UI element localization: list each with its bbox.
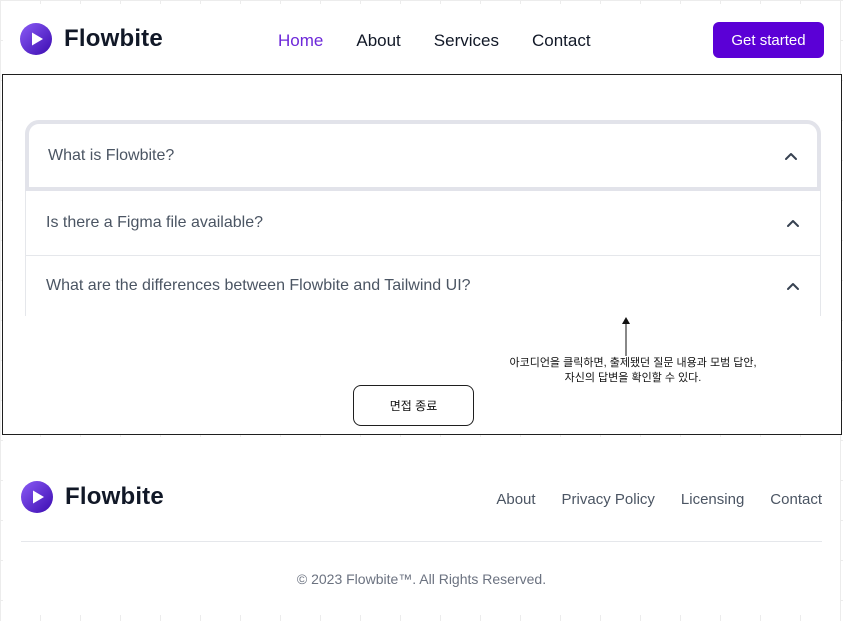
nav-links: Home About Services Contact	[278, 31, 624, 51]
footer-link-contact[interactable]: Contact	[770, 491, 822, 508]
annotation-line-2: 자신의 답변을 확인할 수 있다.	[564, 372, 702, 384]
accordion-item-flowbite[interactable]: What is Flowbite?	[25, 120, 821, 191]
footer-brand-name: Flowbite	[65, 483, 164, 510]
interview-result-frame: What is Flowbite? Is there a Figma file …	[2, 74, 842, 435]
accordion-question: What are the differences between Flowbit…	[46, 277, 471, 294]
chevron-up-icon	[787, 283, 799, 290]
play-icon	[21, 481, 53, 513]
accordion-question: Is there a Figma file available?	[46, 214, 263, 231]
footer-link-licensing[interactable]: Licensing	[681, 491, 744, 508]
footer-link-about[interactable]: About	[496, 491, 535, 508]
brand-name: Flowbite	[64, 25, 163, 52]
chevron-up-icon	[787, 220, 799, 227]
nav-link-contact[interactable]: Contact	[532, 31, 591, 51]
brand-link[interactable]: Flowbite	[20, 23, 163, 55]
annotation-arrow-icon	[622, 317, 630, 356]
annotation-note: 아코디언을 클릭하면, 출제됐던 질문 내용과 모범 답안, 자신의 답변을 확…	[443, 356, 823, 386]
faq-accordion: What is Flowbite? Is there a Figma file …	[25, 120, 821, 316]
nav-link-about[interactable]: About	[356, 31, 400, 51]
nav-link-home[interactable]: Home	[278, 31, 323, 51]
annotation-line-1: 아코디언을 클릭하면, 출제됐던 질문 내용과 모범 답안,	[509, 357, 757, 369]
footer-link-privacy-policy[interactable]: Privacy Policy	[562, 491, 655, 508]
page: Flowbite Home About Services Contact Get…	[0, 0, 843, 621]
get-started-button[interactable]: Get started	[713, 22, 824, 58]
navbar: Flowbite Home About Services Contact Get…	[3, 4, 840, 74]
footer-brand-link[interactable]: Flowbite	[21, 481, 164, 513]
footer-links: About Privacy Policy Licensing Contact	[470, 491, 822, 508]
end-interview-button[interactable]: 면접 종료	[353, 385, 474, 426]
nav-link-services[interactable]: Services	[434, 31, 499, 51]
footer-divider	[21, 541, 822, 542]
chevron-up-icon	[785, 152, 797, 160]
footer: Flowbite About Privacy Policy Licensing …	[3, 437, 840, 615]
accordion-item-figma[interactable]: Is there a Figma file available?	[25, 191, 821, 256]
play-icon	[20, 23, 52, 55]
accordion-question: What is Flowbite?	[48, 146, 175, 164]
copyright-text: © 2023 Flowbite™. All Rights Reserved.	[296, 571, 547, 587]
accordion-item-differences[interactable]: What are the differences between Flowbit…	[25, 256, 821, 316]
